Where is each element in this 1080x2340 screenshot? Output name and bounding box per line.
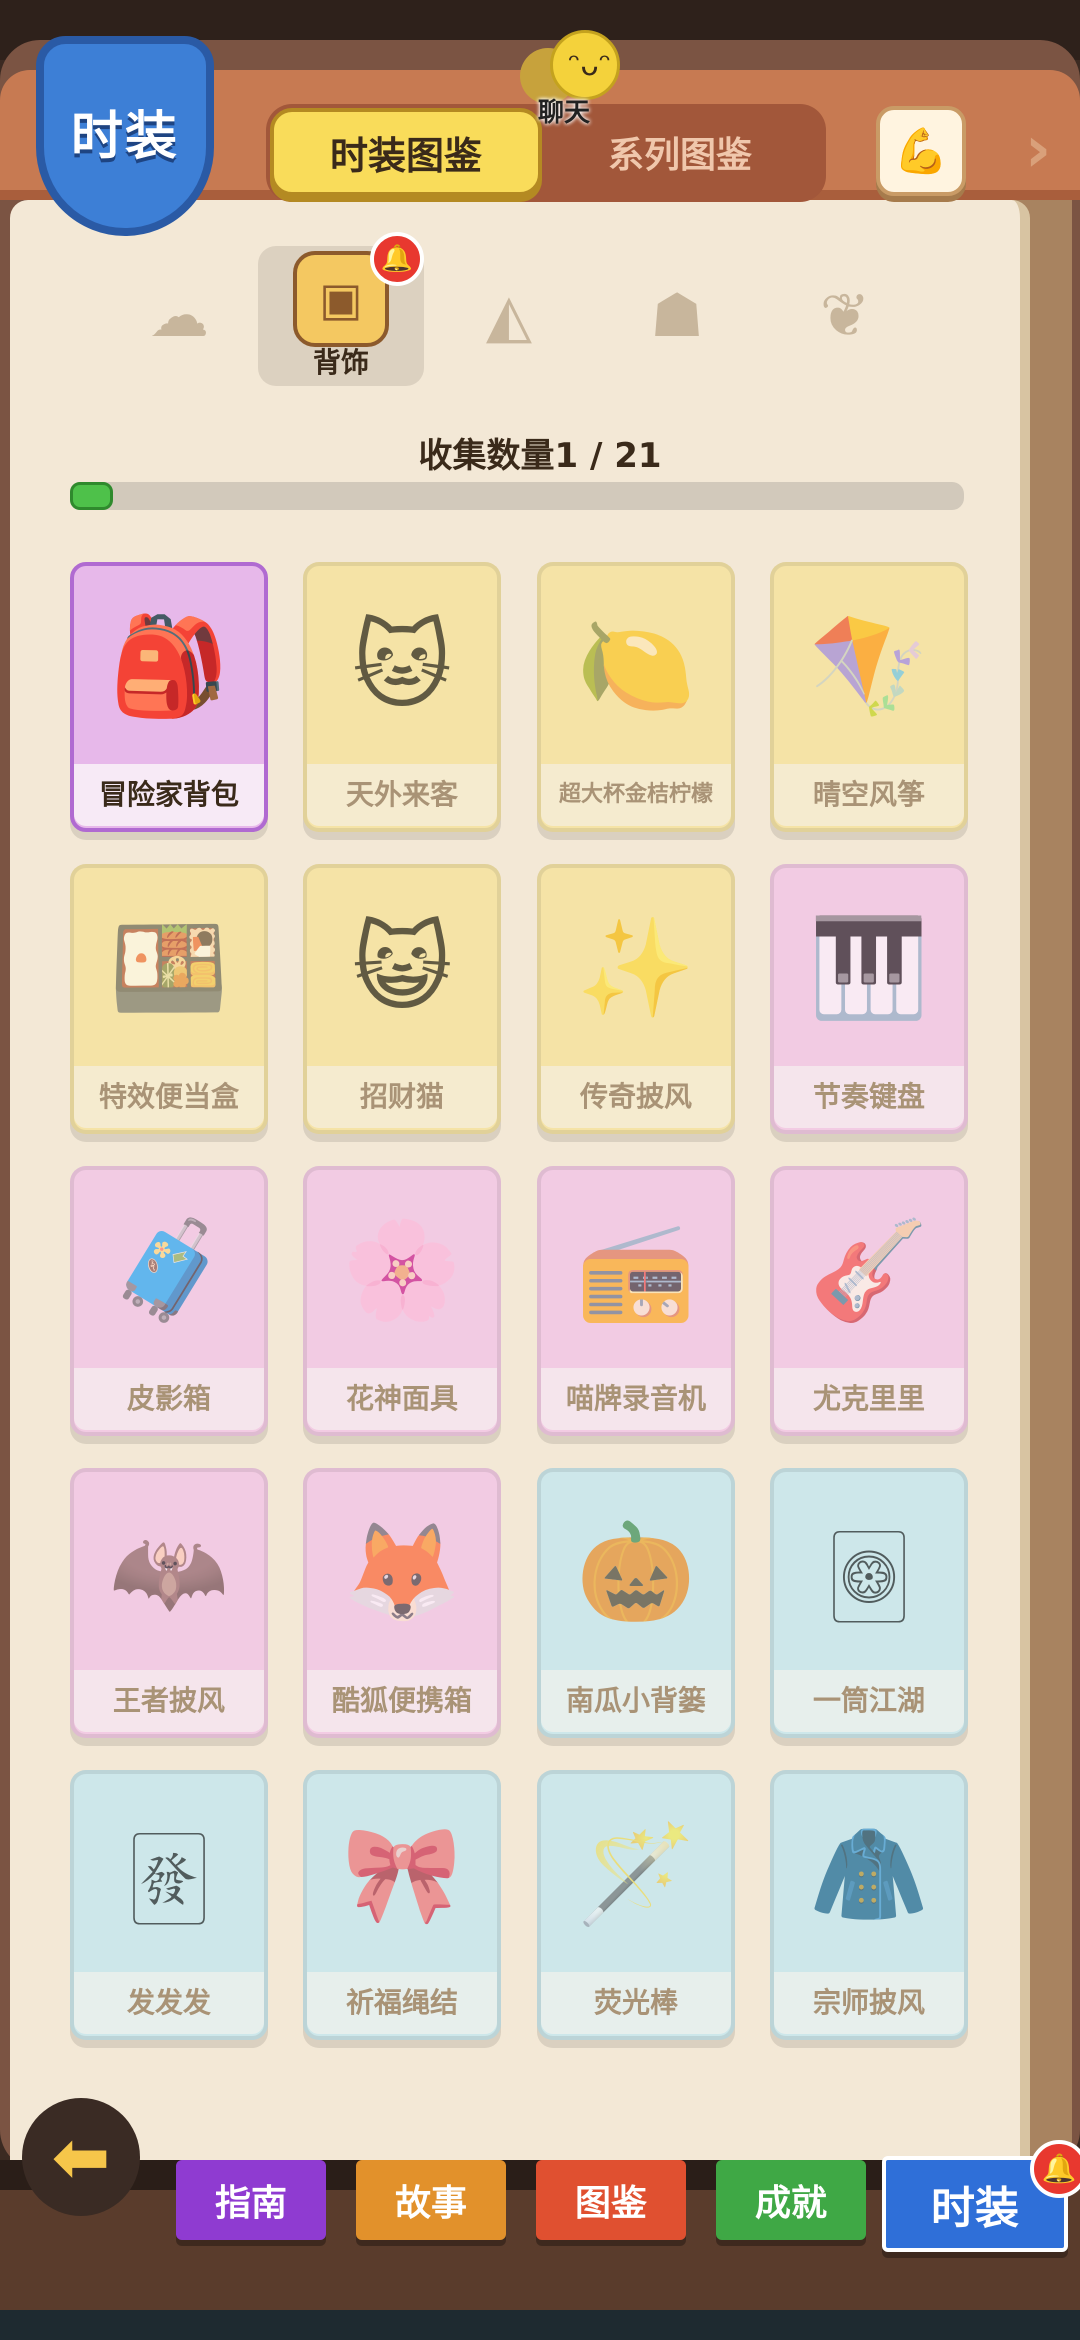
outfit-icon: ☗ bbox=[650, 281, 704, 351]
item-card[interactable]: 🧥 宗师披风 bbox=[770, 1770, 968, 2040]
nav-story[interactable]: 故事 bbox=[356, 2160, 506, 2240]
item-image-icon: 🎒 bbox=[109, 609, 229, 722]
item-image-icon: ✨ bbox=[576, 911, 696, 1024]
item-image-icon: 🐱 bbox=[351, 610, 453, 722]
item-image-icon: 🦇 bbox=[109, 1515, 229, 1628]
back-arrow-icon: ⬅ bbox=[51, 2116, 111, 2198]
item-image-icon: 📻 bbox=[576, 1213, 696, 1326]
item-card[interactable]: 🎹 节奏键盘 bbox=[770, 864, 968, 1134]
chevron-right-icon[interactable]: › bbox=[1008, 110, 1068, 190]
item-card[interactable]: 🍋 超大杯金桔柠檬 bbox=[537, 562, 735, 832]
item-name: 招财猫 bbox=[307, 1066, 497, 1128]
pants-icon: ◭ bbox=[485, 281, 533, 351]
item-image-icon: 🀅 bbox=[130, 1817, 208, 1929]
notification-bell-icon: 🔔 bbox=[370, 232, 424, 286]
item-name: 一筒江湖 bbox=[774, 1670, 964, 1732]
category-pants[interactable]: ◭ bbox=[426, 246, 592, 386]
item-card[interactable]: 😺 招财猫 bbox=[303, 864, 501, 1134]
item-name: 酷狐便携箱 bbox=[307, 1670, 497, 1732]
item-card[interactable]: 🎀 祈福绳结 bbox=[303, 1770, 501, 2040]
item-card[interactable]: 🧳 皮影箱 bbox=[70, 1166, 268, 1436]
item-name: 宗师披风 bbox=[774, 1972, 964, 2034]
item-image-icon: 🪁 bbox=[809, 609, 929, 722]
item-card[interactable]: 🦊 酷狐便携箱 bbox=[303, 1468, 501, 1738]
item-card[interactable]: 🀙 一筒江湖 bbox=[770, 1468, 968, 1738]
item-name: 节奏键盘 bbox=[774, 1066, 964, 1128]
item-name: 冒险家背包 bbox=[74, 764, 264, 826]
item-card[interactable]: 🎸 尤克里里 bbox=[770, 1166, 968, 1436]
item-name: 特效便当盒 bbox=[74, 1066, 264, 1128]
category-label: 背饰 bbox=[312, 346, 369, 379]
collection-progress-fill bbox=[70, 482, 113, 510]
item-card[interactable]: 🍱 特效便当盒 bbox=[70, 864, 268, 1134]
item-image-icon: 🧳 bbox=[109, 1213, 229, 1326]
item-name: 王者披风 bbox=[74, 1670, 264, 1732]
item-name: 晴空风筝 bbox=[774, 764, 964, 826]
nav-catalog[interactable]: 图鉴 bbox=[536, 2160, 686, 2240]
item-image-icon: 🦊 bbox=[342, 1515, 462, 1628]
item-image-icon: 😺 bbox=[351, 912, 453, 1024]
item-name: 花神面具 bbox=[307, 1368, 497, 1430]
item-name: 荧光棒 bbox=[541, 1972, 731, 2034]
item-image-icon: 🎸 bbox=[809, 1213, 929, 1326]
item-name: 天外来客 bbox=[307, 764, 497, 826]
hair-icon: ☁ bbox=[149, 281, 209, 351]
item-image-icon: 🍋 bbox=[576, 609, 696, 722]
strength-button[interactable]: 💪 bbox=[876, 106, 966, 196]
chat-label: 聊天 bbox=[538, 98, 591, 128]
item-image-icon: 🎀 bbox=[342, 1817, 462, 1930]
item-image-icon: 🎃 bbox=[576, 1515, 696, 1628]
item-name: 发发发 bbox=[74, 1972, 264, 2034]
item-card[interactable]: 🀅 发发发 bbox=[70, 1770, 268, 2040]
category-outfit[interactable]: ☗ bbox=[594, 246, 760, 386]
face-icon: ᵔᴗᵔ bbox=[568, 48, 612, 83]
category-wing[interactable]: ❦ bbox=[762, 246, 928, 386]
item-card[interactable]: 📻 喵牌录音机 bbox=[537, 1166, 735, 1436]
arm-icon: 💪 bbox=[893, 126, 949, 177]
tab-fashion-catalog[interactable]: 时装图鉴 bbox=[270, 108, 542, 196]
fashion-badge: 时装 bbox=[36, 36, 214, 236]
bottom-edge bbox=[0, 2310, 1080, 2340]
collection-count: 收集数量1 / 21 bbox=[418, 436, 662, 476]
category-hair[interactable]: ☁ bbox=[96, 246, 262, 386]
item-name: 尤克里里 bbox=[774, 1368, 964, 1430]
item-image-icon: 🧥 bbox=[809, 1817, 929, 1930]
item-name: 皮影箱 bbox=[74, 1368, 264, 1430]
item-name: 传奇披风 bbox=[541, 1066, 731, 1128]
item-card[interactable]: 🌸 花神面具 bbox=[303, 1166, 501, 1436]
item-name: 喵牌录音机 bbox=[541, 1368, 731, 1430]
fashion-badge-label: 时装 bbox=[70, 107, 179, 167]
item-card[interactable]: 🪄 荧光棒 bbox=[537, 1770, 735, 2040]
item-card[interactable]: 🎃 南瓜小背篓 bbox=[537, 1468, 735, 1738]
nav-achievement[interactable]: 成就 bbox=[716, 2160, 866, 2240]
item-image-icon: 🌸 bbox=[342, 1213, 462, 1326]
item-name: 祈福绳结 bbox=[307, 1972, 497, 2034]
item-image-icon: 🎹 bbox=[809, 911, 929, 1024]
item-name: 南瓜小背篓 bbox=[541, 1670, 731, 1732]
item-card[interactable]: ✨ 传奇披风 bbox=[537, 864, 735, 1134]
item-image-icon: 🍱 bbox=[109, 911, 229, 1024]
nav-guide[interactable]: 指南 bbox=[176, 2160, 326, 2240]
item-image-icon: 🪄 bbox=[576, 1817, 696, 1930]
item-image-icon: 🀙 bbox=[830, 1515, 908, 1627]
notification-bell-icon: 🔔 bbox=[1030, 2140, 1080, 2198]
item-card[interactable]: 🐱 天外来客 bbox=[303, 562, 501, 832]
collection-progress-bar bbox=[70, 482, 964, 510]
back-button[interactable]: ⬅ bbox=[22, 2098, 140, 2216]
item-name: 超大杯金桔柠檬 bbox=[541, 764, 731, 826]
chat-button[interactable]: ᵔᴗᵔ 聊天 bbox=[510, 30, 630, 130]
wing-icon: ❦ bbox=[819, 281, 871, 351]
item-card[interactable]: 🦇 王者披风 bbox=[70, 1468, 268, 1738]
item-card[interactable]: 🪁 晴空风筝 bbox=[770, 562, 968, 832]
item-card[interactable]: 🎒 冒险家背包 bbox=[70, 562, 268, 832]
